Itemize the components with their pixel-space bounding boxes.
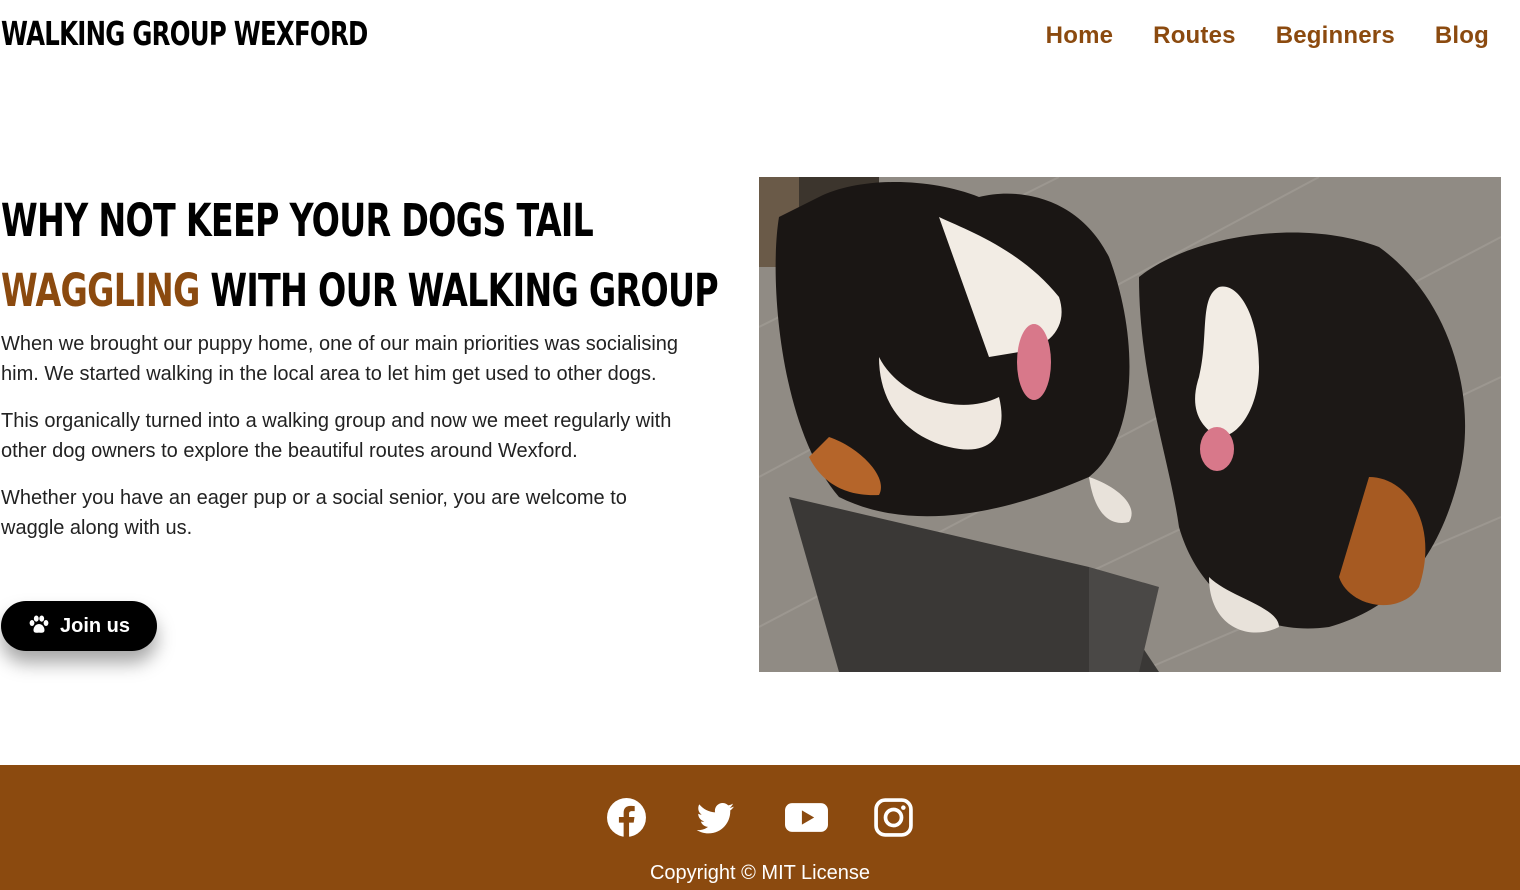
paw-icon [28,615,50,638]
twitter-icon[interactable] [695,797,736,838]
main-nav: Home Routes Beginners Blog [1046,22,1489,50]
youtube-icon[interactable] [784,797,828,838]
nav-link-blog[interactable]: Blog [1435,22,1489,50]
hero-dogs-image [759,177,1501,672]
nav-link-home[interactable]: Home [1046,22,1113,50]
join-us-button[interactable]: Join us [1,601,157,651]
nav-link-beginners[interactable]: Beginners [1276,22,1395,50]
nav-link-routes[interactable]: Routes [1153,22,1236,50]
hero-paragraph-1: When we brought our puppy home, one of o… [1,333,679,385]
site-title[interactable]: WALKING GROUP WEXFORD [1,14,368,53]
hero-paragraph-2: This organically turned into a walking g… [1,410,672,462]
facebook-icon[interactable] [606,797,647,838]
site-footer: Copyright © MIT License [0,765,1520,890]
join-us-label: Join us [59,614,130,637]
site-header: WALKING GROUP WEXFORD Home Routes Beginn… [0,0,1520,76]
hero-description: When we brought our puppy home, one of o… [1,329,691,560]
hero-heading: WHY NOT KEEP YOUR DOGS TAIL WAGGLING WIT… [1,186,719,326]
hero-paragraph-3: Whether you have an eager pup or a socia… [1,487,627,539]
headline-accent-word: WAGGLING [1,264,200,317]
social-links [0,797,1520,838]
headline-line-2: WAGGLING WITH OUR WALKING GROUP [1,256,719,326]
headline-line-1: WHY NOT KEEP YOUR DOGS TAIL [1,194,594,247]
headline-line-2-rest: WITH OUR WALKING GROUP [199,264,718,317]
copyright-text: Copyright © MIT License [649,862,870,884]
instagram-icon[interactable] [873,797,914,838]
